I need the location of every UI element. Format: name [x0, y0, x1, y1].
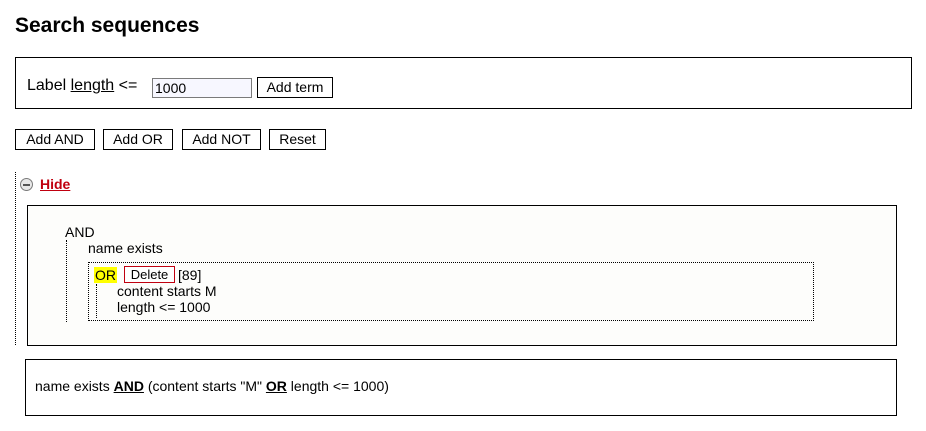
- tree-toggle[interactable]: Hide: [20, 175, 70, 193]
- reset-button[interactable]: Reset: [269, 129, 326, 150]
- query-summary: name exists AND (content starts "M" OR l…: [35, 378, 389, 394]
- summary-or-link[interactable]: OR: [266, 378, 287, 394]
- tree-node-length: length <= 1000: [117, 299, 211, 315]
- tree-node-name-exists: name exists: [88, 240, 163, 256]
- hide-link[interactable]: Hide: [40, 176, 70, 192]
- tree-root-operator[interactable]: AND: [65, 224, 95, 240]
- term-field-link[interactable]: length: [71, 77, 115, 94]
- term-builder-panel: Label length <= Add term: [15, 57, 912, 109]
- summary-text-1: name exists: [35, 378, 114, 394]
- add-term-button[interactable]: Add term: [257, 77, 333, 98]
- add-and-button[interactable]: Add AND: [15, 129, 95, 150]
- summary-text-3: length <= 1000): [286, 378, 389, 394]
- minus-circle-icon[interactable]: [20, 177, 33, 191]
- tree-or-group: OR Delete [89] content starts M length <…: [88, 262, 814, 321]
- tree-root-guide: [66, 240, 67, 322]
- add-or-button[interactable]: Add OR: [103, 129, 173, 150]
- tree-or-guide: [96, 284, 97, 318]
- summary-and-link[interactable]: AND: [114, 378, 144, 394]
- tree-node-content-starts: content starts M: [117, 283, 217, 299]
- query-summary-panel: name exists AND (content starts "M" OR l…: [25, 359, 897, 416]
- term-label-prefix: Label: [27, 77, 67, 94]
- summary-text-2: (content starts "M": [143, 378, 266, 394]
- query-tree-panel: AND name exists OR Delete [89] content s…: [27, 205, 897, 346]
- term-value-input[interactable]: [152, 78, 252, 98]
- tree-guide-line: [15, 172, 16, 345]
- result-count: [89]: [178, 267, 202, 283]
- term-label: Label length <=: [27, 77, 137, 95]
- delete-button[interactable]: Delete: [124, 266, 175, 283]
- add-not-button[interactable]: Add NOT: [182, 129, 261, 150]
- tree-or-operator[interactable]: OR: [94, 267, 117, 283]
- page-title: Search sequences: [15, 14, 200, 37]
- term-operator: <=: [118, 77, 138, 94]
